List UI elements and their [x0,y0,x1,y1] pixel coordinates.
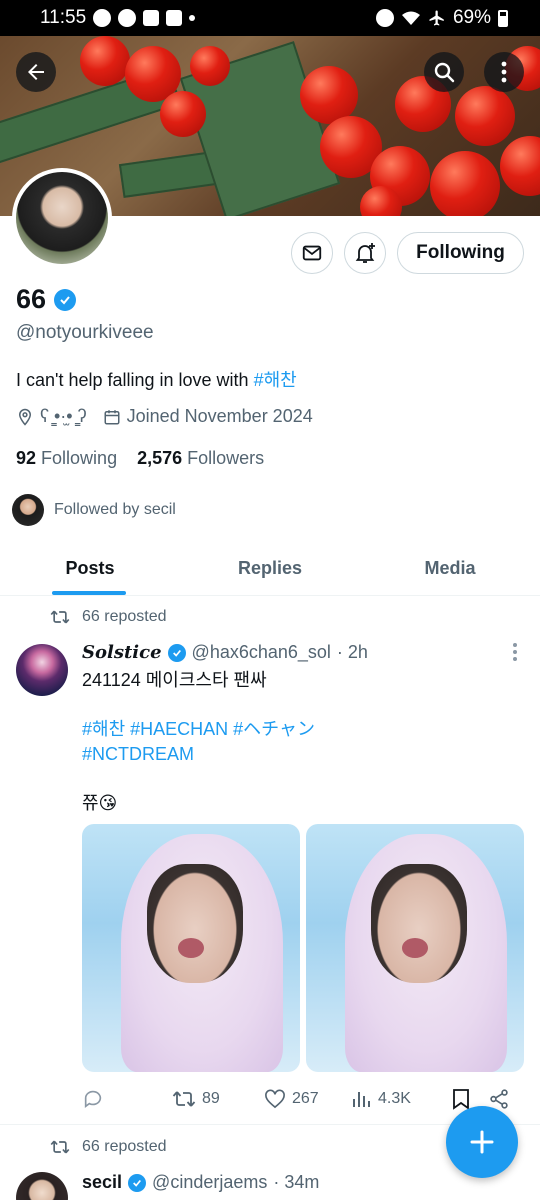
repost-indicator: 66 reposted [50,1138,167,1156]
like-count: 267 [292,1090,319,1107]
post-author-name[interactable]: secil [82,1172,122,1193]
post-more-icon[interactable] [512,642,518,668]
followers-stat[interactable]: 2,576 Followers [137,448,264,469]
post-text-line3: 쮸😘 [82,793,118,813]
post-author-handle[interactable]: @cinderjaems [152,1172,267,1193]
tab-posts[interactable]: Posts [0,542,180,595]
post-time: · 2h [336,642,368,662]
repost-count: 89 [202,1090,220,1107]
tab-media[interactable]: Media [360,542,540,595]
alarm-icon [375,9,394,27]
post-image-1[interactable] [82,824,300,1072]
repost-indicator: 66 reposted [50,608,167,626]
verified-badge-icon [167,643,186,662]
post-author-avatar[interactable] [16,644,68,696]
views-icon [353,1092,370,1107]
post-time: · 34m [273,1172,320,1192]
battery-icon [498,9,508,27]
bio-hashtag-link[interactable]: #해찬 [254,370,297,390]
battery-percent: 69% [452,7,491,28]
calendar-icon [104,409,120,424]
message-button[interactable] [291,232,333,274]
profile-avatar[interactable] [12,168,112,268]
post-author-name[interactable]: Solstice [82,642,162,663]
search-button[interactable] [424,52,464,92]
more-options-button[interactable] [484,52,524,92]
profile-bio: I can't help falling in love with #해찬 [16,366,297,392]
profile-meta: ʕ ̳•·̫• ̳ʔ Joined November 2024 [16,406,313,427]
more-vertical-icon [501,61,507,83]
wifi-icon [401,11,420,25]
notification-dot-icon [189,15,196,21]
like-icon [265,1089,285,1109]
repost-icon [50,1140,70,1154]
post-hashtags-line1[interactable]: #해찬 #HAECHAN #ヘチャン [82,717,315,742]
profile-tabs: Posts Replies Media [0,542,540,596]
compose-post-button[interactable] [446,1106,518,1178]
reply-icon [84,1090,102,1108]
airplane-icon [429,10,444,26]
location-icon [18,408,32,426]
repost-icon [50,610,70,624]
repost-label: 66 reposted [82,608,167,625]
followed-by[interactable]: Followed by secil [12,494,176,526]
post-hashtags-line2[interactable]: #NCTDREAM [82,742,194,767]
post-text-line1: 241124 메이크스타 팬싸 [82,670,267,690]
verified-badge-icon [54,288,77,311]
tiktok-icon [166,10,183,26]
bookmark-icon [453,1089,469,1110]
post-image-2[interactable] [306,824,524,1072]
following-stat[interactable]: 92 Following [16,448,117,469]
post-actions: 89 267 4.3K [82,1084,522,1114]
post-header: secil @cinderjaems · 34m [82,1172,319,1193]
views-button[interactable]: 4.3K [352,1089,452,1109]
following-button[interactable]: Following [397,232,524,274]
post-author-handle[interactable]: @hax6chan6_sol [192,642,331,663]
verified-badge-icon [128,1173,147,1192]
bio-text: I can't help falling in love with [16,370,254,390]
back-button[interactable] [16,52,56,92]
post-header: Solstice @hax6chan6_sol · 2h [82,642,368,663]
repost-icon [172,1091,196,1107]
followed-by-text: Followed by secil [54,501,176,518]
shopping-bag-icon [143,10,160,26]
whatsapp-icon [93,9,112,27]
plus-icon [470,1130,494,1154]
post-media [82,824,524,1072]
follower-avatar [12,494,44,526]
profile-handle: @notyourkiveee [16,322,154,343]
location-text: ʕ ̳•·̫• ̳ʔ [40,406,87,426]
like-button[interactable]: 267 [264,1089,352,1109]
status-bar: 11:55 69% [0,0,540,36]
repost-label: 66 reposted [82,1138,167,1155]
status-time: 11:55 [40,7,87,28]
joined-date: Joined November 2024 [126,406,313,426]
reply-button[interactable] [82,1088,172,1110]
tab-replies[interactable]: Replies [180,542,360,595]
follow-stats: 92 Following 2,576 Followers [16,448,264,469]
notifications-button[interactable] [344,232,386,274]
back-arrow-icon [28,64,44,80]
post-author-avatar[interactable] [16,1172,68,1200]
repost-button[interactable]: 89 [172,1089,264,1109]
chat-icon [118,9,137,27]
avatar-image [16,172,108,264]
search-icon [434,62,455,83]
display-name: 66 [16,284,47,314]
bell-plus-icon [355,243,375,263]
message-icon [302,245,322,261]
views-count: 4.3K [378,1090,411,1107]
profile-name-row: 66 [16,284,77,315]
